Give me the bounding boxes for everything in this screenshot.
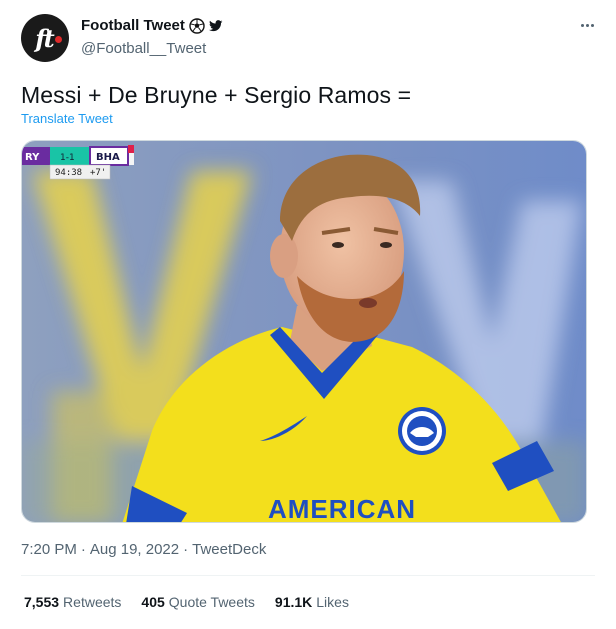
account-handle[interactable]: @Football__Tweet bbox=[81, 40, 206, 57]
tweet-source[interactable]: TweetDeck bbox=[192, 541, 266, 558]
scoreboard-home: RY bbox=[25, 152, 40, 163]
tweet-media-image[interactable]: RY 1-1 BHA 94:38 +7' AMERICAN bbox=[21, 140, 587, 523]
scoreboard-clock: 94:38 bbox=[55, 168, 82, 178]
retweets-stat[interactable]: 7,553 Retweets bbox=[24, 594, 121, 610]
quote-tweets-stat[interactable]: 405 Quote Tweets bbox=[141, 594, 255, 610]
tweet-card: ft Football Tweet @Football__Tweet Messi… bbox=[0, 0, 616, 629]
tweet-date[interactable]: Aug 19, 2022 bbox=[90, 541, 179, 558]
tweet-meta: 7:20 PM · Aug 19, 2022 · TweetDeck bbox=[21, 541, 266, 558]
quote-tweets-label: Quote Tweets bbox=[168, 594, 255, 610]
scoreboard-added-time: +7' bbox=[90, 168, 106, 178]
avatar[interactable]: ft bbox=[21, 14, 69, 62]
display-name[interactable]: Football Tweet bbox=[81, 17, 185, 34]
more-options-icon[interactable] bbox=[576, 16, 598, 34]
jersey-sponsor-text: AMERICAN bbox=[268, 494, 416, 523]
retweets-count: 7,553 bbox=[24, 594, 60, 610]
quote-tweets-count: 405 bbox=[141, 594, 165, 610]
translate-tweet-link[interactable]: Translate Tweet bbox=[21, 111, 113, 126]
avatar-logo-text: ft bbox=[35, 23, 54, 53]
twitter-bird-icon bbox=[208, 19, 223, 31]
scoreboard-away: BHA bbox=[96, 152, 120, 163]
likes-stat[interactable]: 91.1K Likes bbox=[275, 594, 349, 610]
name-row: Football Tweet bbox=[81, 17, 223, 34]
retweets-label: Retweets bbox=[63, 594, 122, 610]
meta-separator: · bbox=[80, 541, 86, 558]
club-badge-icon bbox=[398, 407, 446, 455]
tweet-time[interactable]: 7:20 PM bbox=[21, 541, 77, 558]
tweet-stats: 7,553 Retweets 405 Quote Tweets 91.1K Likes bbox=[24, 594, 349, 610]
tweet-text: Messi + De Bruyne + Sergio Ramos = bbox=[21, 82, 412, 108]
broadcast-still: RY 1-1 BHA 94:38 +7' AMERICAN bbox=[22, 141, 586, 523]
avatar-logo-dot bbox=[55, 36, 62, 43]
scoreboard-score: 1-1 bbox=[60, 153, 75, 163]
soccer-ball-icon bbox=[189, 17, 205, 34]
divider bbox=[21, 575, 595, 576]
likes-label: Likes bbox=[316, 594, 349, 610]
likes-count: 91.1K bbox=[274, 594, 313, 610]
meta-separator: · bbox=[183, 541, 189, 558]
